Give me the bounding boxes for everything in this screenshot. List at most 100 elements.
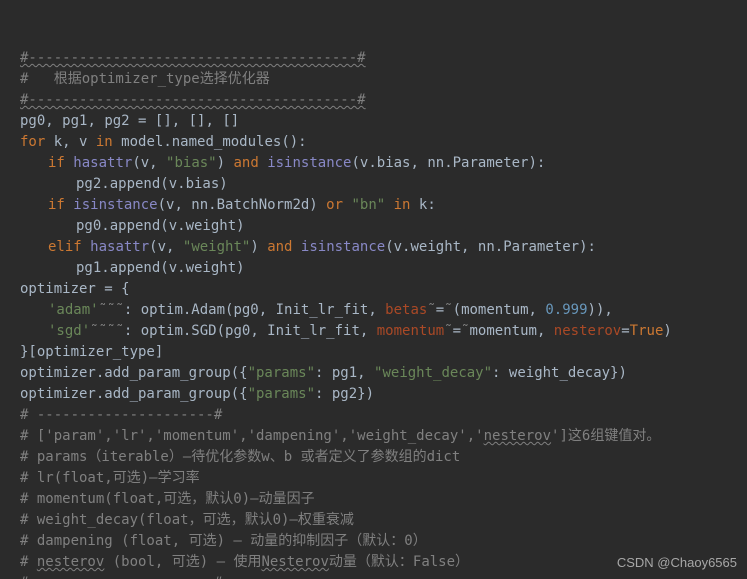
code-token: (v.bias, nn.Parameter): — [351, 155, 545, 171]
code-token: pg2 — [104, 113, 138, 129]
code-line: # nesterov (bool, 可选) – 使用Nesterov动量（默认：… — [20, 552, 747, 573]
code-token: (bool, 可选) – 使用 — [104, 554, 261, 570]
code-token: if — [48, 155, 73, 171]
code-token: pg1.append(v.weight) — [76, 260, 245, 276]
code-line: 'sgd'˜˜˜˜: optim.SGD(pg0, Init_lr_fit, m… — [20, 321, 747, 342]
code-token: , — [45, 113, 62, 129]
code-line: #---------------------------------------… — [20, 48, 747, 69]
code-token: ) — [250, 239, 267, 255]
code-token: , — [87, 113, 104, 129]
code-token: (v, — [132, 155, 166, 171]
code-token: (v, — [149, 239, 183, 255]
code-token: # momentum(float,可选，默认0)–动量因子 — [20, 491, 315, 507]
code-line: pg0.append(v.weight) — [20, 216, 747, 237]
code-token: v — [79, 134, 96, 150]
code-token: elif — [48, 239, 90, 255]
code-token: , — [250, 323, 267, 339]
code-token: "params" — [248, 365, 315, 381]
code-token: : weight_decay}) — [492, 365, 627, 381]
code-token: and — [267, 239, 301, 255]
code-token: = — [436, 302, 444, 318]
code-line: if hasattr(v, "bias") and isinstance(v.b… — [20, 153, 747, 174]
code-token: hasattr — [73, 155, 132, 171]
code-token: : pg1, — [315, 365, 374, 381]
code-line: #---------------------------------------… — [20, 90, 747, 111]
code-token: ']这6组键值对。 — [551, 428, 660, 444]
code-token: isinstance — [73, 197, 157, 213]
code-line: # 根据optimizer_type选择优化器 — [20, 69, 747, 90]
code-token: # params（iterable）–待优化参数w、b 或者定义了参数组的dic… — [20, 449, 460, 465]
code-line: elif hasattr(v, "weight") and isinstance… — [20, 237, 747, 258]
code-token: #---------------------------------------… — [20, 50, 366, 66]
code-line: optimizer.add_param_group({"params": pg1… — [20, 363, 747, 384]
code-token: # — [20, 554, 37, 570]
code-token: isinstance — [267, 155, 351, 171]
code-line: # weight_decay(float，可选，默认0)–权重衰减 — [20, 510, 747, 531]
code-line: # dampening (float, 可选) – 动量的抑制因子（默认：0） — [20, 531, 747, 552]
code-token: pg1 — [62, 113, 87, 129]
code-token: optimizer — [20, 281, 104, 297]
code-token: nesterov — [484, 428, 551, 444]
code-token: True — [630, 323, 664, 339]
code-token: (v, nn.BatchNorm2d) — [158, 197, 327, 213]
code-token: # ['param','lr','momentum','dampening','… — [20, 428, 484, 444]
code-token: 'sgd' — [48, 323, 90, 339]
code-token: for — [20, 134, 54, 150]
code-token: k — [54, 134, 62, 150]
code-editor[interactable]: #---------------------------------------… — [0, 0, 747, 579]
code-token: isinstance — [301, 239, 385, 255]
code-token: optimizer.add_param_group({ — [20, 386, 248, 402]
code-token: momentum — [377, 323, 444, 339]
code-token: 动量（默认：False） — [329, 554, 469, 570]
code-token: # dampening (float, 可选) – 动量的抑制因子（默认：0） — [20, 533, 427, 549]
code-token: model.named_modules(): — [121, 134, 306, 150]
code-token: # weight_decay(float，可选，默认0)–权重衰减 — [20, 512, 354, 528]
code-token: ˜˜˜˜ — [90, 323, 124, 339]
code-token: ˜ — [444, 323, 452, 339]
code-token: # ---------------------# — [20, 407, 222, 423]
code-line: pg2.append(v.bias) — [20, 174, 747, 195]
code-token: # 根据optimizer_type选择优化器 — [20, 71, 270, 87]
code-line: # lr(float,可选)–学习率 — [20, 468, 747, 489]
code-token: ˜ — [461, 323, 469, 339]
code-token: ˜ — [427, 302, 435, 318]
code-line: optimizer.add_param_group({"params": pg2… — [20, 384, 747, 405]
code-token: "bias" — [166, 155, 217, 171]
code-token: 'adam' — [48, 302, 99, 318]
code-token: "params" — [248, 386, 315, 402]
code-token: k: — [419, 197, 436, 213]
code-token: "weight_decay" — [374, 365, 492, 381]
code-token: = — [621, 323, 629, 339]
code-token: optimizer.add_param_group({ — [20, 365, 248, 381]
code-token: Nesterov — [261, 554, 328, 570]
code-token: , — [259, 302, 276, 318]
code-token: : optim.Adam(pg0 — [124, 302, 259, 318]
code-token: pg2.append(v.bias) — [76, 176, 228, 192]
code-line: for k, v in model.named_modules(): — [20, 132, 747, 153]
code-token: Init_lr_fit — [267, 323, 360, 339]
code-token: = { — [104, 281, 129, 297]
code-token: "weight" — [183, 239, 250, 255]
code-token: Init_lr_fit — [276, 302, 369, 318]
code-token: in — [394, 197, 419, 213]
code-line: # ['param','lr','momentum','dampening','… — [20, 426, 747, 447]
code-token: : optim.SGD(pg0 — [124, 323, 250, 339]
code-line: # ---------------------# — [20, 573, 747, 579]
code-token: ) — [217, 155, 234, 171]
code-token: if — [48, 197, 73, 213]
code-token: # ---------------------# — [20, 575, 222, 579]
code-token: "bn" — [351, 197, 385, 213]
code-token: }[optimizer_type] — [20, 344, 163, 360]
code-line: if isinstance(v, nn.BatchNorm2d) or "bn"… — [20, 195, 747, 216]
code-token: (v.weight, nn.Parameter): — [385, 239, 596, 255]
code-content: #---------------------------------------… — [20, 48, 747, 579]
code-token: = — [453, 323, 461, 339]
code-line: # ---------------------# — [20, 405, 747, 426]
code-token: and — [233, 155, 267, 171]
code-token — [385, 197, 393, 213]
code-token: = [], [], [] — [138, 113, 239, 129]
code-token: 0.999 — [545, 302, 587, 318]
code-token: (momentum, — [453, 302, 546, 318]
code-line: 'adam'˜˜˜: optim.Adam(pg0, Init_lr_fit, … — [20, 300, 747, 321]
code-token: in — [96, 134, 121, 150]
